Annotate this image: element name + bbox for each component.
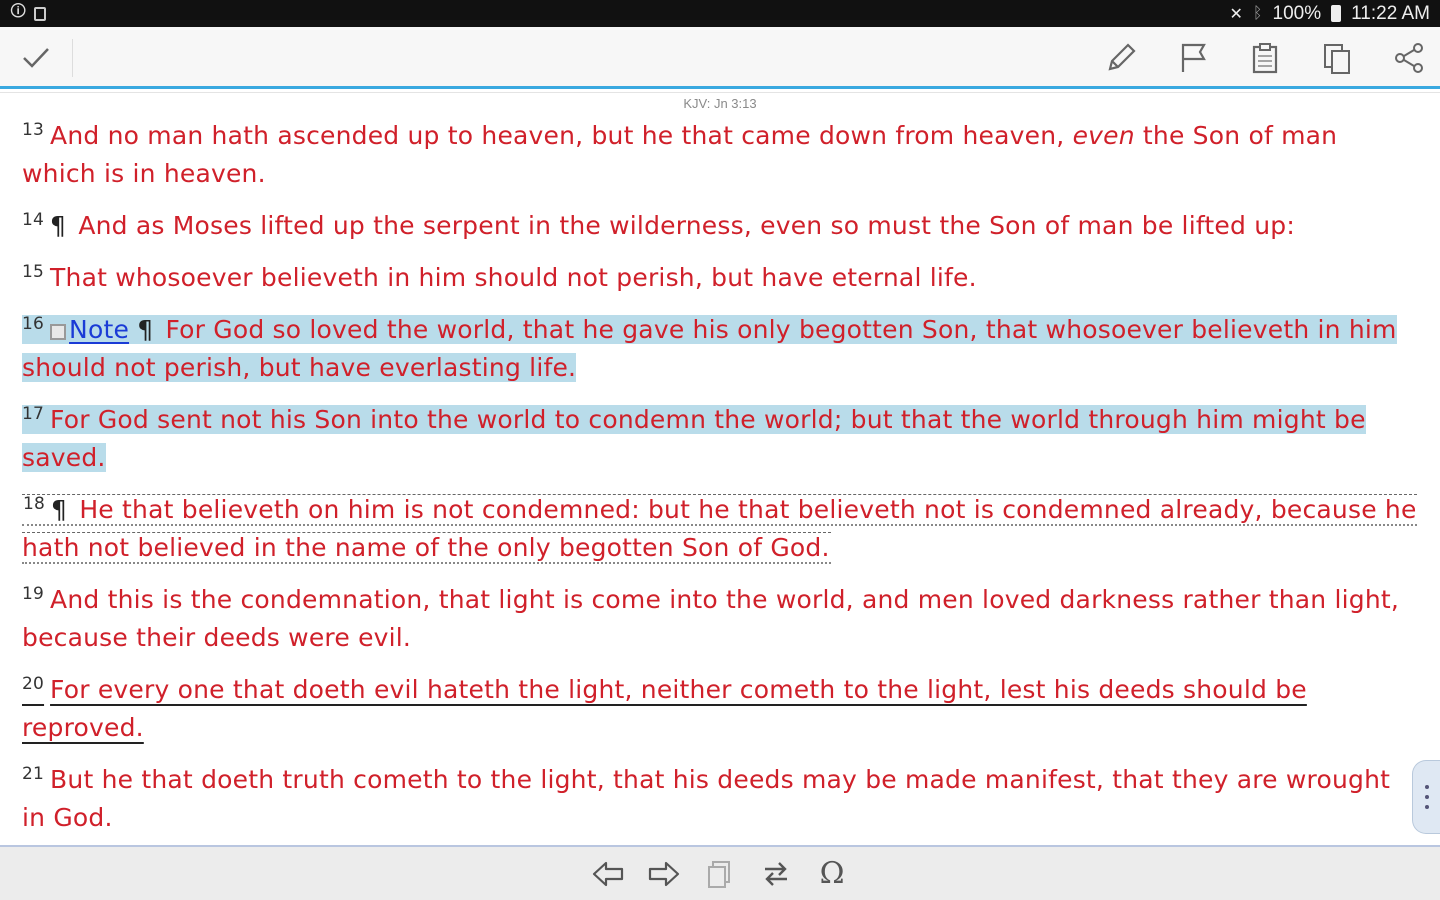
verse-16[interactable]: 16 Note ¶ For God so loved the world, tha… bbox=[22, 311, 1418, 387]
omega-symbol: Ω bbox=[819, 855, 845, 891]
verse-number: 15 bbox=[22, 261, 45, 282]
battery-percent: 100% bbox=[1272, 2, 1322, 24]
check-icon[interactable] bbox=[20, 41, 52, 73]
handle-dot bbox=[1424, 805, 1429, 809]
verse-text: And no man hath ascended up to heaven, b… bbox=[50, 121, 1073, 150]
verse-number: 21 bbox=[22, 763, 45, 784]
forward-arrow-icon[interactable] bbox=[647, 857, 681, 891]
verse-number: 18 bbox=[23, 493, 46, 514]
verse-text: For every one that doeth evil hateth the… bbox=[22, 675, 1307, 742]
verse-19[interactable]: 19 And this is the condemnation, that lig… bbox=[22, 581, 1418, 657]
bluetooth-icon: ᛒ bbox=[1252, 4, 1263, 22]
back-arrow-icon[interactable] bbox=[591, 857, 625, 891]
handle-dot bbox=[1424, 795, 1429, 799]
paragraph-mark: ¶ bbox=[50, 211, 67, 240]
verse-15[interactable]: 15 That whosoever believeth in him should… bbox=[22, 259, 1418, 297]
screenshot-icon bbox=[34, 6, 47, 21]
verse-text: But he that doeth truth cometh to the li… bbox=[22, 765, 1391, 832]
verse-number: 17 bbox=[22, 403, 45, 424]
swap-icon[interactable] bbox=[759, 857, 793, 891]
verse-highlight: 17 For God sent not his Son into the worl… bbox=[22, 405, 1366, 472]
side-drawer-handle[interactable] bbox=[1412, 760, 1440, 834]
verse-text: And this is the condemnation, that light… bbox=[22, 585, 1400, 652]
selection-toolbar bbox=[0, 27, 1440, 89]
verse-number: 19 bbox=[22, 583, 45, 604]
omega-icon[interactable]: Ω bbox=[815, 857, 849, 891]
pencil-icon[interactable] bbox=[1100, 37, 1142, 79]
copy-icon[interactable] bbox=[1316, 37, 1358, 79]
clipboard-icon[interactable] bbox=[1244, 37, 1286, 79]
status-right: ✕ ᛒ 100% 11:22 AM bbox=[1230, 3, 1431, 25]
verse-text: He that believeth on him is not condemne… bbox=[22, 495, 1417, 562]
verse-13[interactable]: 13 And no man hath ascended up to heaven,… bbox=[22, 117, 1418, 193]
verse-text: That whosoever believeth in him should n… bbox=[50, 263, 977, 292]
bible-text[interactable]: 13 And no man hath ascended up to heaven,… bbox=[22, 117, 1418, 843]
parallel-books-icon[interactable] bbox=[703, 857, 737, 891]
verse-number: 13 bbox=[22, 119, 45, 140]
verse-14[interactable]: 14 ¶ And as Moses lifted up the serpent i… bbox=[22, 207, 1418, 245]
toolbar-divider bbox=[72, 39, 73, 77]
verse-18[interactable]: 18 ¶ He that believeth on him is not cond… bbox=[22, 491, 1418, 567]
verse-text: For God sent not his Son into the world … bbox=[22, 405, 1366, 472]
verse-17[interactable]: 17 For God sent not his Son into the worl… bbox=[22, 401, 1418, 477]
note-link[interactable]: Note bbox=[69, 315, 129, 344]
verse-20[interactable]: 20 For every one that doeth evil hateth t… bbox=[22, 671, 1418, 747]
share-icon[interactable] bbox=[1388, 37, 1430, 79]
verse-highlight: 16 Note ¶ For God so loved the world, tha… bbox=[22, 315, 1397, 382]
status-left: 🛈 bbox=[10, 0, 47, 27]
verse-text: And as Moses lifted up the serpent in th… bbox=[78, 211, 1295, 240]
paragraph-mark: ¶ bbox=[51, 495, 68, 524]
verse-text: For God so loved the world, that he gave… bbox=[22, 315, 1397, 382]
battery-icon bbox=[1331, 5, 1342, 22]
verse-number: 16 bbox=[22, 313, 45, 334]
mute-icon: ✕ bbox=[1229, 5, 1243, 23]
flag-icon[interactable] bbox=[1172, 37, 1214, 79]
usb-icon: 🛈 bbox=[10, 1, 27, 20]
verse-number: 14 bbox=[22, 209, 45, 230]
passage-reference: KJV: Jn 3:13 bbox=[0, 92, 1440, 114]
verse-number: 20 bbox=[22, 673, 45, 694]
verse-dotted-mark: 18 ¶ He that believeth on him is not cond… bbox=[22, 494, 1417, 564]
verse-italic-word: even bbox=[1072, 121, 1135, 150]
paragraph-mark: ¶ bbox=[137, 315, 154, 344]
bottom-navigation: Ω bbox=[0, 845, 1440, 900]
handle-dot bbox=[1424, 785, 1429, 789]
verse-underline-mark: 20 For every one that doeth evil hateth t… bbox=[22, 675, 1307, 742]
note-icon[interactable] bbox=[50, 324, 67, 340]
clock: 11:22 AM bbox=[1351, 2, 1430, 24]
status-bar: 🛈 ✕ ᛒ 100% 11:22 AM bbox=[0, 0, 1440, 27]
verse-21[interactable]: 21 But he that doeth truth cometh to the … bbox=[22, 761, 1418, 837]
toolbar-actions bbox=[1100, 37, 1430, 79]
